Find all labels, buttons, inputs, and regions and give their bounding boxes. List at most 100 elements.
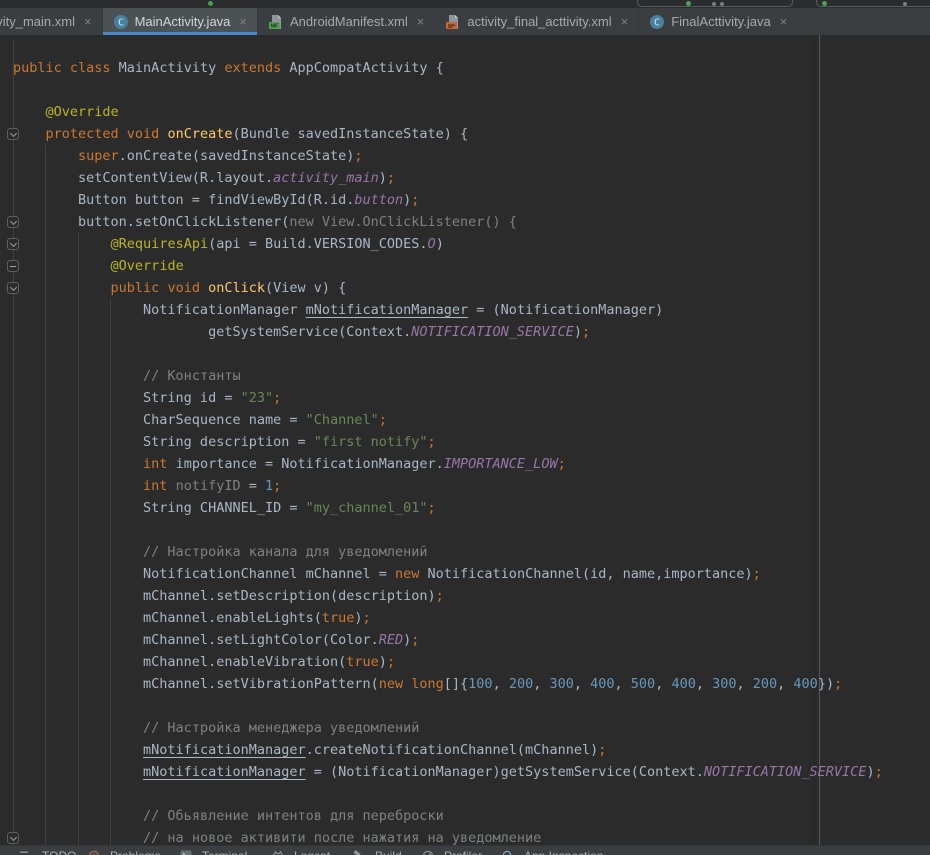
tab-close-icon[interactable]: × <box>84 15 92 28</box>
code-line: button.setOnClickListener(new View.OnCli… <box>13 211 883 233</box>
code-token: , <box>655 676 671 692</box>
code-token: // Настройка менеджера уведомлений <box>143 720 419 736</box>
code-line <box>13 519 883 541</box>
tool-window-button-label: Problems <box>110 849 161 855</box>
toolbar-dot-icon <box>903 2 907 6</box>
device-selector-widget[interactable] <box>816 0 930 7</box>
code-token: super <box>78 148 119 164</box>
tool-window-button-label: Profiler <box>444 849 482 855</box>
code-token: // на новое активити после нажатия на ув… <box>143 830 541 846</box>
code-token: mNotificationManager <box>143 742 306 758</box>
fold-marker-icon[interactable] <box>7 282 19 294</box>
fold-marker-icon[interactable] <box>7 128 19 140</box>
tab-close-icon[interactable]: × <box>621 15 629 28</box>
tab-label: FinalActtivity.java <box>671 14 770 29</box>
tool-window-button-label: Build <box>375 849 402 855</box>
code-line: Button button = findViewById(R.id.button… <box>13 189 883 211</box>
code-token <box>13 808 143 824</box>
code-token: public void <box>111 280 209 296</box>
code-token: ; <box>428 434 436 450</box>
code-line <box>13 79 883 101</box>
code-token <box>13 104 46 120</box>
fold-marker-icon[interactable] <box>7 216 19 228</box>
code-token: ; <box>834 676 842 692</box>
tab-close-icon[interactable]: × <box>417 15 425 28</box>
tab-label: activity_main.xml <box>0 14 75 29</box>
code-token <box>13 742 143 758</box>
code-token <box>13 280 111 296</box>
fold-marker-icon[interactable] <box>7 260 19 272</box>
code-token: ; <box>753 566 761 582</box>
tab-MainActivity.java[interactable]: CMainActivity.java× <box>103 8 258 35</box>
tab-close-icon[interactable]: × <box>780 15 788 28</box>
toolbar-dot-icon <box>712 2 716 6</box>
code-token: ; <box>428 500 436 516</box>
tab-label: MainActivity.java <box>135 14 231 29</box>
code-token: String id = <box>13 390 241 406</box>
code-token: ; <box>582 324 590 340</box>
tab-activity_final_acttivity.xml[interactable]: activity_final_acttivity.xml × <box>435 8 639 35</box>
tool-window-button-build[interactable]: Build <box>353 849 402 855</box>
code-token <box>13 456 143 472</box>
code-line: super.onCreate(savedInstanceState); <box>13 145 883 167</box>
code-token: 1 <box>265 478 273 494</box>
code-token: onClick <box>208 280 265 296</box>
tab-AndroidManifest.xml[interactable]: MFAndroidManifest.xml× <box>258 8 435 35</box>
code-token: String CHANNEL_ID = <box>13 500 306 516</box>
tab-close-icon[interactable]: × <box>239 15 247 28</box>
code-line <box>13 783 883 805</box>
tab-FinalActtivity.java[interactable]: CFinalActtivity.java× <box>639 8 798 35</box>
tool-window-button-profiler[interactable]: Profiler <box>422 849 482 855</box>
tab-label: activity_final_acttivity.xml <box>467 14 611 29</box>
svg-text:MF: MF <box>271 23 280 29</box>
code-token: true <box>346 654 379 670</box>
ide-window: activity_main.xml×CMainActivity.java×MFA… <box>0 0 930 855</box>
code-token: = <box>241 478 265 494</box>
code-token: 400 <box>671 676 695 692</box>
run-dot-icon <box>686 1 691 6</box>
tool-window-button-logcat[interactable]: Logcat <box>272 849 330 855</box>
code-token: true <box>322 610 355 626</box>
tool-window-button-terminal[interactable]: Terminal <box>180 849 247 855</box>
tool-window-button-label: Logcat <box>294 849 330 855</box>
manifest-file-icon: MF <box>268 14 284 30</box>
code-line: int importance = NotificationManager.IMP… <box>13 453 883 475</box>
code-token: ; <box>273 478 281 494</box>
code-token: ; <box>363 610 371 626</box>
code-token: new <box>395 566 419 582</box>
toolbar-dot-icon <box>720 2 724 6</box>
tab-activity_main.xml[interactable]: activity_main.xml × <box>0 8 103 35</box>
code-token: new View.OnClickListener() { <box>289 214 517 230</box>
code-token <box>13 720 143 736</box>
code-line: public class MainActivity extends AppCom… <box>13 57 883 79</box>
build-icon <box>353 850 370 855</box>
logcat-icon <box>272 850 289 855</box>
tool-window-bar: TODO Problems Terminal Logcat Build Profiler A… <box>0 845 930 855</box>
code-token: ; <box>436 588 444 604</box>
fold-marker-icon[interactable] <box>7 238 19 250</box>
code-token: ; <box>387 654 395 670</box>
fold-marker-icon[interactable] <box>7 832 19 844</box>
code-token: public class <box>13 60 111 76</box>
code-line: NotificationManager mNotificationManager… <box>13 299 883 321</box>
tool-window-button-app-inspection[interactable]: App Inspection <box>502 849 603 855</box>
code-token: int <box>143 456 167 472</box>
code-line: // Константы <box>13 365 883 387</box>
code-token: O <box>428 236 436 252</box>
code-token: new long <box>379 676 444 692</box>
code-token: , <box>615 676 631 692</box>
code-token: , <box>493 676 509 692</box>
code-token: .createNotificationChannel(mChannel) <box>306 742 599 758</box>
code-line: mNotificationManager.createNotificationC… <box>13 739 883 761</box>
tool-window-button-problems[interactable]: Problems <box>88 849 161 855</box>
code-line: mNotificationManager = (NotificationMana… <box>13 761 883 783</box>
code-token: ; <box>598 742 606 758</box>
code-editor[interactable]: public class MainActivity extends AppCom… <box>0 35 930 855</box>
code-token: ; <box>387 170 395 186</box>
code-token: mChannel.enableLights( <box>13 610 322 626</box>
tool-window-button-todo[interactable]: TODO <box>20 849 76 855</box>
code-token: RED <box>379 632 403 648</box>
code-line: public void onClick(View v) { <box>13 277 883 299</box>
code-token: ) <box>866 764 874 780</box>
code-token: 400 <box>793 676 817 692</box>
